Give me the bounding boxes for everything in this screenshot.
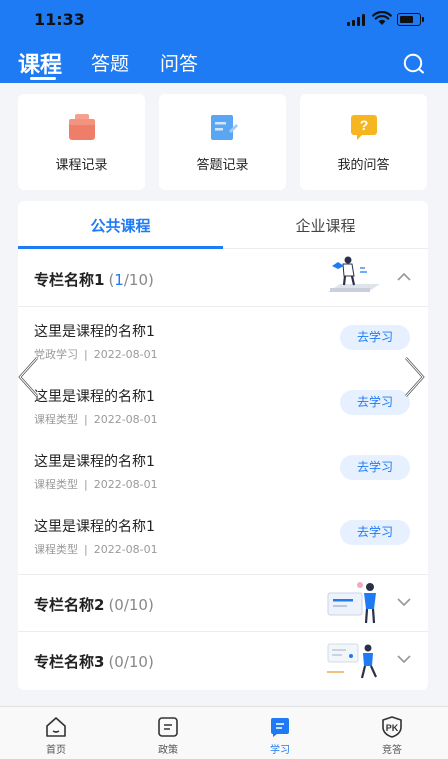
chevron-left-icon[interactable]: [16, 355, 40, 399]
chevron-up-icon: [397, 272, 411, 281]
content-tabs: 公共课程 企业课程: [18, 201, 428, 249]
section-count: (0/10): [108, 596, 154, 614]
search-icon[interactable]: [402, 52, 426, 76]
section-count: (0/10): [108, 653, 154, 671]
nav-study-label: 学习: [270, 745, 290, 756]
section-count: (1/10): [108, 271, 154, 289]
course-record-card[interactable]: 课程记录: [18, 94, 145, 190]
nav-policy[interactable]: 政策: [112, 707, 224, 759]
nav-quiz[interactable]: PK 竞答: [336, 707, 448, 759]
go-study-button[interactable]: 去学习: [340, 520, 410, 545]
tab-qa[interactable]: 问答: [160, 49, 198, 76]
section-header-2[interactable]: 专栏名称2 (0/10): [18, 575, 428, 631]
content-tab-indicator: [18, 246, 223, 249]
status-bar: 11:33: [0, 0, 448, 40]
go-study-button[interactable]: 去学习: [340, 325, 410, 350]
tab-courses[interactable]: 课程: [18, 47, 62, 79]
course-item[interactable]: 这里是课程的名称1 课程类型 | 2022-08-01 去学习: [18, 445, 428, 509]
chevron-down-icon: [397, 598, 411, 607]
tab-public-courses[interactable]: 公共课程: [18, 215, 223, 236]
policy-icon: [158, 717, 178, 737]
status-time: 11:33: [34, 10, 85, 29]
course-record-label: 课程记录: [55, 158, 108, 173]
course-record-icon: [69, 114, 95, 140]
study-icon: [271, 718, 289, 737]
course-item[interactable]: 这里是课程的名称1 课程类型 | 2022-08-01 去学习: [18, 510, 428, 574]
course-meta: 课程类型 | 2022-08-01: [34, 543, 158, 556]
tab-enterprise-courses[interactable]: 企业课程: [223, 215, 428, 236]
course-meta: 课程类型 | 2022-08-01: [34, 478, 158, 491]
home-icon: [46, 717, 66, 737]
nav-policy-label: 政策: [158, 745, 178, 756]
nav-home-label: 首页: [46, 745, 66, 756]
svg-text:PK: PK: [386, 723, 399, 733]
section-title: 专栏名称2 (0/10): [34, 596, 154, 614]
section-title: 专栏名称3 (0/10): [34, 653, 154, 671]
section-header-1[interactable]: 专栏名称1 (1/10): [18, 250, 428, 306]
app-header: 11:33 课程 答题 问答: [0, 0, 448, 83]
my-qa-card[interactable]: ? 我的问答: [300, 94, 427, 190]
course-item[interactable]: 这里是课程的名称1 课程类型 | 2022-08-01 去学习: [18, 380, 428, 444]
nav-study[interactable]: 学习: [224, 707, 336, 759]
course-item[interactable]: 这里是课程的名称1 党政学习 | 2022-08-01 去学习: [18, 315, 428, 379]
active-tab-indicator: [30, 77, 56, 80]
tab-quiz[interactable]: 答题: [91, 49, 129, 76]
section-title: 专栏名称1 (1/10): [34, 271, 154, 289]
course-name: 这里是课程的名称1: [34, 389, 155, 405]
course-meta: 党政学习 | 2022-08-01: [34, 348, 158, 361]
my-qa-label: 我的问答: [337, 158, 390, 173]
bottom-nav: 首页 政策 学习 PK 竞答: [0, 706, 448, 759]
course-name: 这里是课程的名称1: [34, 324, 155, 340]
answer-record-label: 答题记录: [196, 158, 249, 173]
quiz-icon: PK: [382, 716, 402, 738]
section-header-3[interactable]: 专栏名称3 (0/10): [18, 632, 428, 688]
go-study-button[interactable]: 去学习: [340, 455, 410, 480]
course-panel: 公共课程 企业课程 专栏名称1 (1/10) 这里是课程的名称1 党政学习 | 202…: [18, 201, 428, 690]
study-illustration: [328, 256, 380, 292]
course-meta: 课程类型 | 2022-08-01: [34, 413, 158, 426]
divider: [18, 306, 428, 307]
course-name: 这里是课程的名称1: [34, 454, 155, 470]
nav-quiz-label: 竞答: [382, 745, 402, 756]
answer-record-icon: [211, 115, 238, 140]
presentation-illustration: [327, 582, 376, 624]
teamwork-illustration: [327, 643, 378, 679]
nav-home[interactable]: 首页: [0, 707, 112, 759]
go-study-button[interactable]: 去学习: [340, 390, 410, 415]
chevron-right-icon[interactable]: [403, 355, 427, 399]
my-qa-icon: ?: [351, 115, 377, 140]
cellular-signal-icon: [347, 14, 367, 26]
course-name: 这里是课程的名称1: [34, 519, 155, 535]
answer-record-card[interactable]: 答题记录: [159, 94, 286, 190]
battery-icon: [397, 13, 424, 26]
quick-links: 课程记录 答题记录 ? 我的问答: [18, 94, 428, 190]
chevron-down-icon: [397, 655, 411, 664]
svg-text:?: ?: [360, 117, 369, 133]
wifi-icon: [372, 11, 392, 25]
